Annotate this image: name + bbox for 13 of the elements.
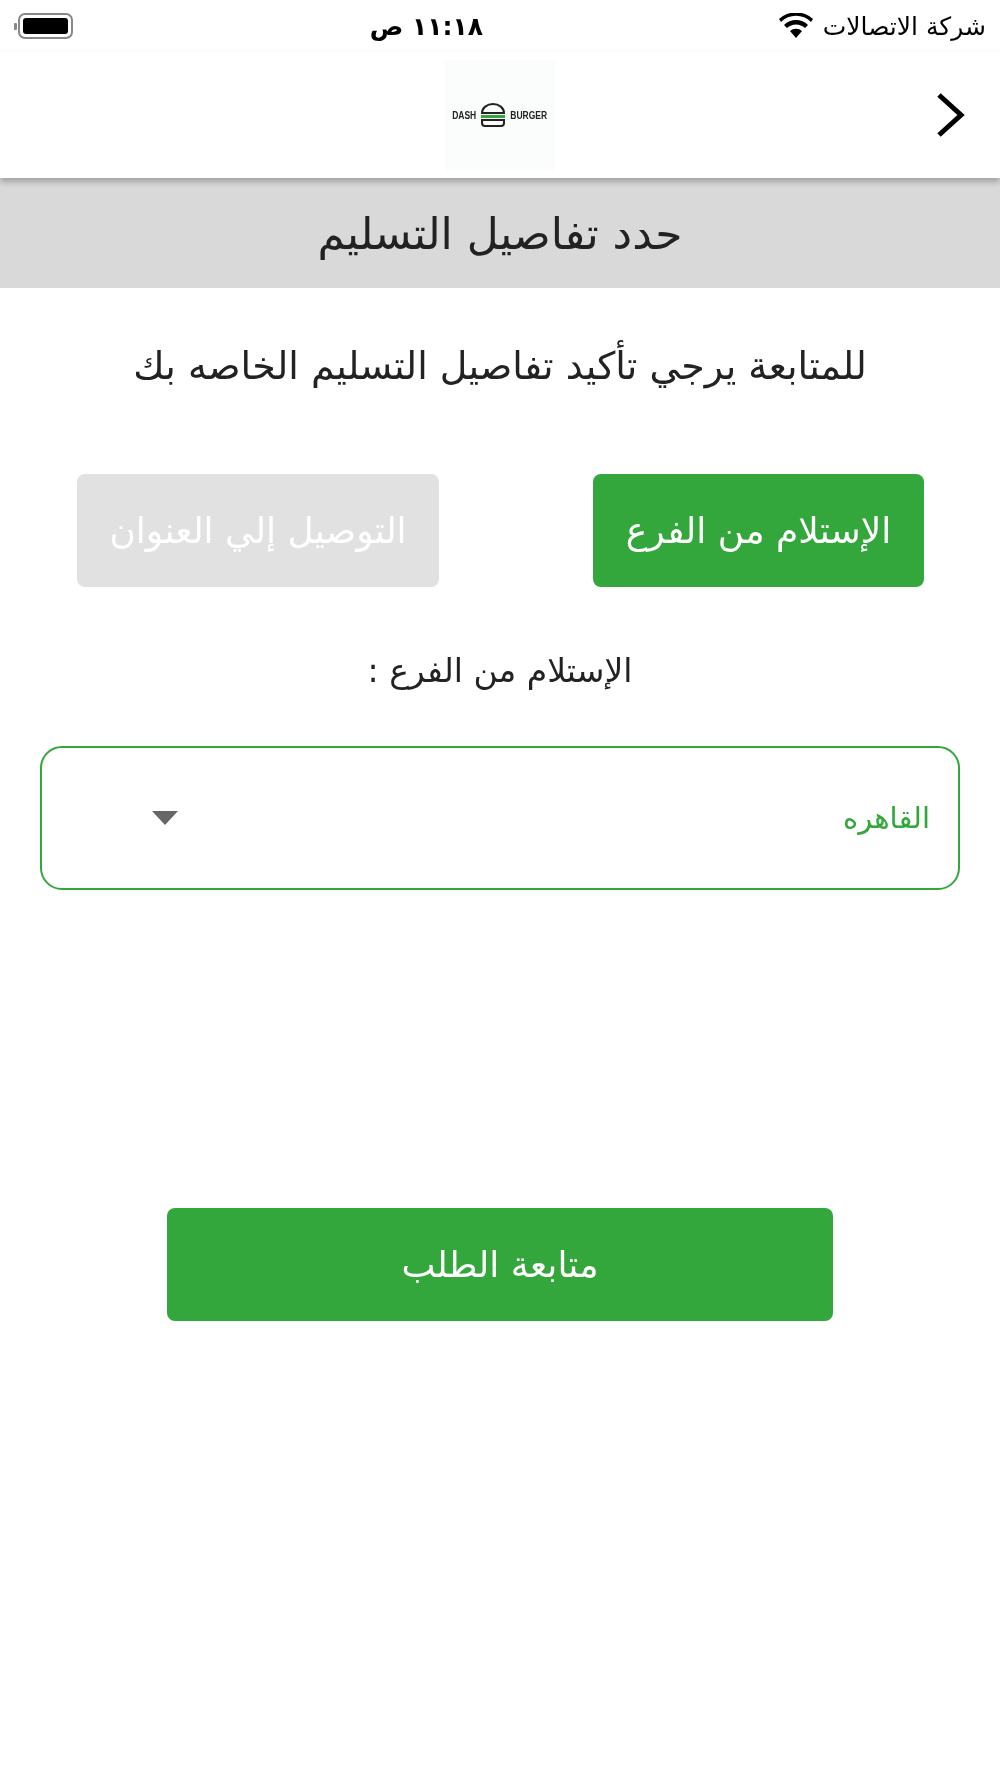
logo-word: BURGER xyxy=(509,109,547,121)
continue-order-button[interactable]: متابعة الطلب xyxy=(167,1208,833,1321)
branch-dropdown[interactable]: القاهره xyxy=(40,746,960,890)
battery-icon xyxy=(14,12,74,40)
carrier-name: شركة الاتصالات xyxy=(822,11,986,41)
clock-time: ١١:١٨ ص xyxy=(369,11,484,41)
logo-word: DASH xyxy=(452,109,477,121)
delivery-option-button[interactable]: الإستلام من الفرع xyxy=(593,474,924,587)
dropdown-caret-icon xyxy=(152,811,178,825)
wifi-icon xyxy=(778,13,813,39)
branch-label: الإستلام من الفرع : xyxy=(366,651,634,690)
burger-icon xyxy=(479,103,506,127)
page-title: حدد تفاصيل التسليم xyxy=(317,207,683,259)
